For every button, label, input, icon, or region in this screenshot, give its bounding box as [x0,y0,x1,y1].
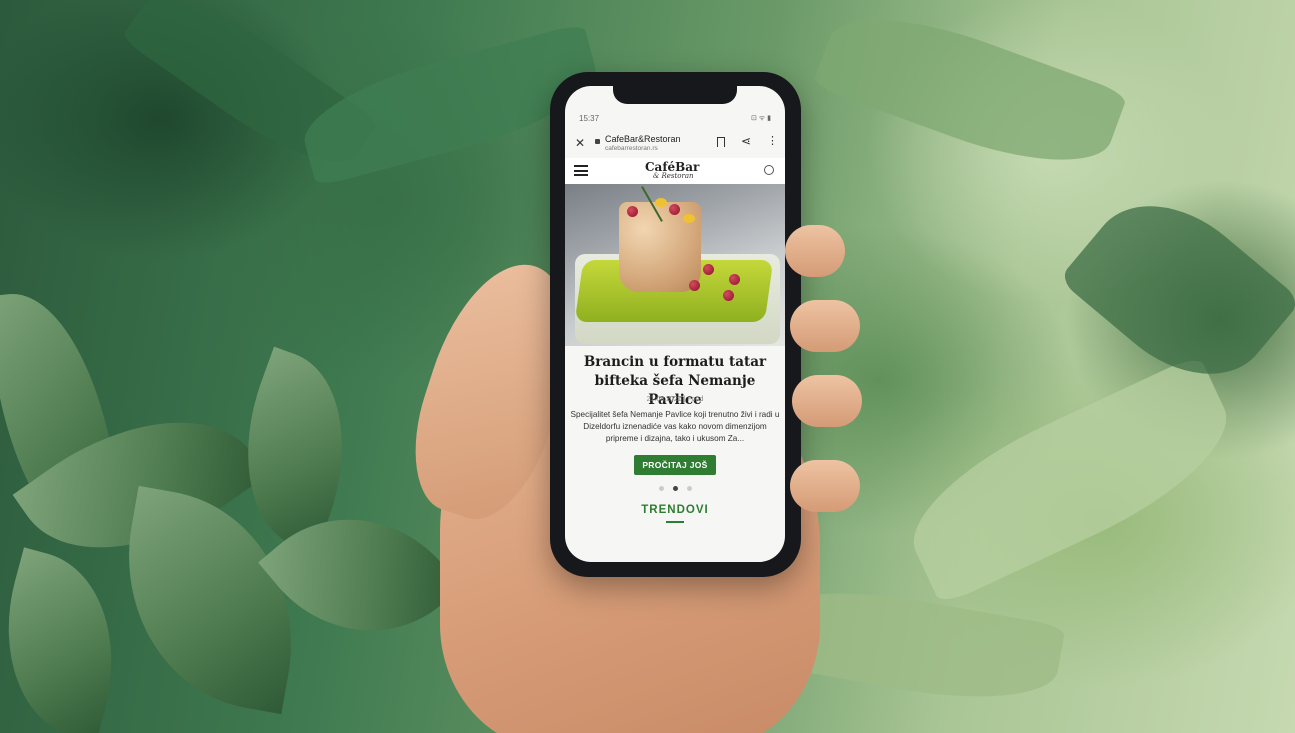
berry [703,264,714,275]
section-underline [666,521,684,523]
egg-yolk [683,214,695,223]
background-leaf [811,0,1129,189]
browser-site-title[interactable]: CafeBar&Restoran [605,134,681,144]
hand-finger [785,225,845,277]
close-icon[interactable]: ✕ [575,136,585,150]
egg-yolk [655,198,667,207]
read-more-button[interactable]: PROČITAJ JOŠ [634,455,716,475]
status-icons: ⊡ ᯤ ▮ [751,115,771,122]
phone-screen: 15:37 ⊡ ᯤ ▮ ✕ CafeBar&Restoran cafebarre… [565,86,785,562]
berry [729,274,740,285]
berry [723,290,734,301]
carousel-dot[interactable] [659,486,664,491]
hand-finger [792,375,862,427]
more-vertical-icon[interactable]: ⋮ [767,134,778,147]
carousel-dot-active[interactable] [673,486,678,491]
lock-icon [595,139,600,144]
status-time: 15:37 [579,114,600,123]
berry [627,206,638,217]
bookmark-icon[interactable] [717,137,725,147]
carousel-dot[interactable] [687,486,692,491]
section-title: TRENDOVI [641,504,709,516]
hamburger-icon[interactable] [574,165,588,176]
site-logo-sub: & Restoran [653,172,694,180]
berry [669,204,680,215]
browser-site-url[interactable]: cafebarrestoran.rs [605,145,658,152]
foreground-leaf [0,547,140,733]
hand-finger [790,300,860,352]
background-leaf [890,353,1250,607]
carousel-dots [659,486,699,492]
hand-finger [790,460,860,512]
share-icon[interactable]: ⋖ [741,134,751,148]
berry [689,280,700,291]
phone-notch [613,82,737,104]
article-meta: 21.08.2021 | Food [646,396,704,403]
article-excerpt: Specijalitet šefa Nemanje Pavlice koji t… [570,410,780,443]
search-icon[interactable] [764,165,774,175]
background-photo: 15:37 ⊡ ᯤ ▮ ✕ CafeBar&Restoran cafebarre… [0,0,1295,733]
article-image[interactable] [565,184,785,346]
site-header: CaféBar & Restoran [565,158,785,185]
browser-toolbar: ✕ CafeBar&Restoran cafebarrestoran.rs ⋖ … [565,132,785,158]
